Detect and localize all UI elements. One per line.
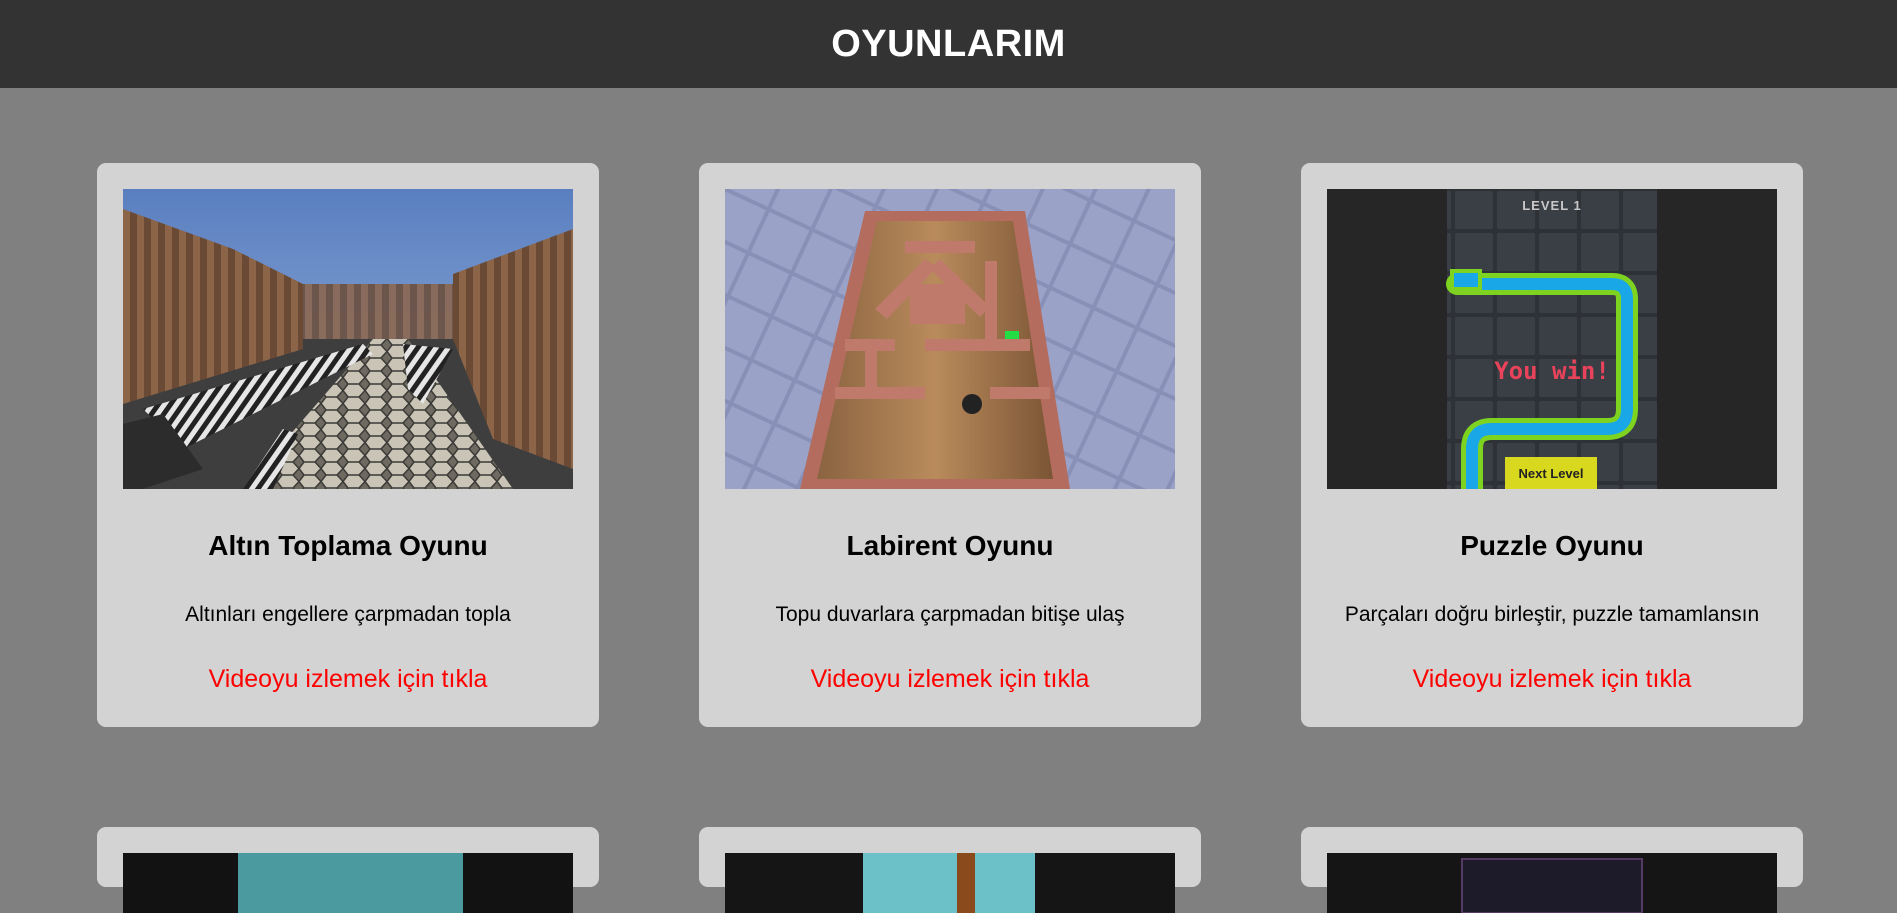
game-title: Labirent Oyunu	[846, 530, 1054, 561]
game-card: Labirent Oyunu Topu duvarlara çarpmadan …	[699, 163, 1201, 727]
game-thumbnail-gold-collect[interactable]	[123, 189, 573, 489]
game-title: Puzzle Oyunu	[1460, 530, 1644, 561]
game-card	[699, 827, 1201, 913]
game-thumbnail-maze[interactable]	[725, 189, 1175, 489]
game-card	[1301, 827, 1803, 913]
win-text: You win!	[1494, 357, 1610, 385]
watch-video-link[interactable]: Videoyu izlemek için tıkla	[97, 665, 599, 694]
game-card	[97, 827, 599, 913]
page-title: OYUNLARIM	[831, 22, 1066, 65]
game-card: Altın Toplama Oyunu Altınları engellere …	[97, 163, 599, 727]
next-level-label: Next Level	[1518, 466, 1583, 481]
game-thumbnail-puzzle[interactable]: LEVEL 1 You win! Next Level	[1327, 189, 1777, 489]
page-header: OYUNLARIM	[0, 0, 1897, 88]
game-thumbnail[interactable]	[725, 853, 1175, 913]
game-title: Altın Toplama Oyunu	[208, 530, 488, 561]
game-thumbnail[interactable]	[123, 853, 573, 913]
game-thumbnail[interactable]	[1327, 853, 1777, 913]
game-card: LEVEL 1 You win! Next Level Puzzle Oyunu…	[1301, 163, 1803, 727]
game-description: Topu duvarlara çarpmadan bitişe ulaş	[775, 603, 1125, 626]
level-label: LEVEL 1	[1522, 198, 1582, 213]
watch-video-link[interactable]: Videoyu izlemek için tıkla	[1301, 665, 1803, 694]
game-description: Altınları engellere çarpmadan topla	[185, 603, 511, 626]
watch-video-link[interactable]: Videoyu izlemek için tıkla	[699, 665, 1201, 694]
game-description: Parçaları doğru birleştir, puzzle tamaml…	[1344, 603, 1760, 626]
